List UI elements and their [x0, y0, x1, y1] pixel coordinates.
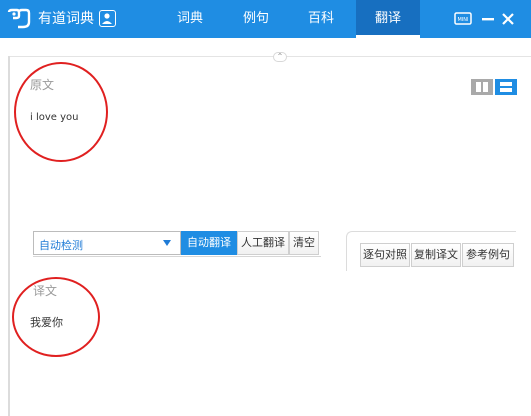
layout-toggle: [471, 79, 517, 95]
close-icon[interactable]: [501, 11, 515, 27]
app-window: 有道词典 词典 例句 百科 翻译 MINI ⌃ 原文 i love you 自动…: [0, 0, 531, 416]
tab-label: 百科: [307, 11, 334, 26]
collapse-handle-icon[interactable]: ⌃: [273, 52, 287, 62]
reference-examples-button[interactable]: 参考例句: [462, 243, 514, 267]
minimize-icon[interactable]: [481, 11, 495, 27]
tab-label: 例句: [242, 11, 269, 26]
tab-label: 翻译: [374, 11, 401, 26]
sentence-compare-button[interactable]: 逐句对照: [360, 243, 410, 267]
tab-dictionary[interactable]: 词典: [168, 0, 212, 38]
youdao-logo-icon: [7, 8, 31, 29]
button-label: 复制译文: [414, 248, 458, 261]
human-translate-button[interactable]: 人工翻译: [237, 231, 289, 255]
copy-translation-button[interactable]: 复制译文: [411, 243, 461, 267]
button-label: 自动翻译: [187, 236, 231, 249]
language-select-value: 自动检测: [39, 239, 83, 252]
title-bar: 有道词典 词典 例句 百科 翻译 MINI: [0, 0, 531, 38]
auto-translate-button[interactable]: 自动翻译: [181, 231, 237, 255]
button-label: 逐句对照: [363, 248, 407, 261]
content-left-border: [8, 56, 10, 416]
annotation-circle-target: [12, 277, 100, 357]
annotation-circle-source: [14, 62, 108, 162]
mini-mode-icon[interactable]: MINI: [454, 11, 472, 27]
tab-example-sentences[interactable]: 例句: [234, 0, 278, 38]
button-label: 参考例句: [466, 248, 510, 261]
tab-label: 词典: [176, 11, 203, 26]
user-account-icon[interactable]: [99, 10, 116, 27]
stacked-layout-icon[interactable]: [495, 79, 517, 95]
app-title: 有道词典: [38, 11, 94, 27]
tab-translate[interactable]: 翻译: [356, 0, 420, 38]
button-label: 清空: [293, 236, 315, 249]
clear-button[interactable]: 清空: [289, 231, 319, 255]
dropdown-arrow-icon: [163, 240, 171, 246]
button-label: 人工翻译: [241, 236, 285, 249]
language-select[interactable]: 自动检测: [33, 231, 181, 255]
side-by-side-layout-icon[interactable]: [471, 79, 493, 95]
tab-encyclopedia[interactable]: 百科: [299, 0, 343, 38]
mini-label: MINI: [457, 17, 468, 23]
toolbar-divider: [33, 256, 321, 257]
content-top-border: [8, 56, 531, 57]
